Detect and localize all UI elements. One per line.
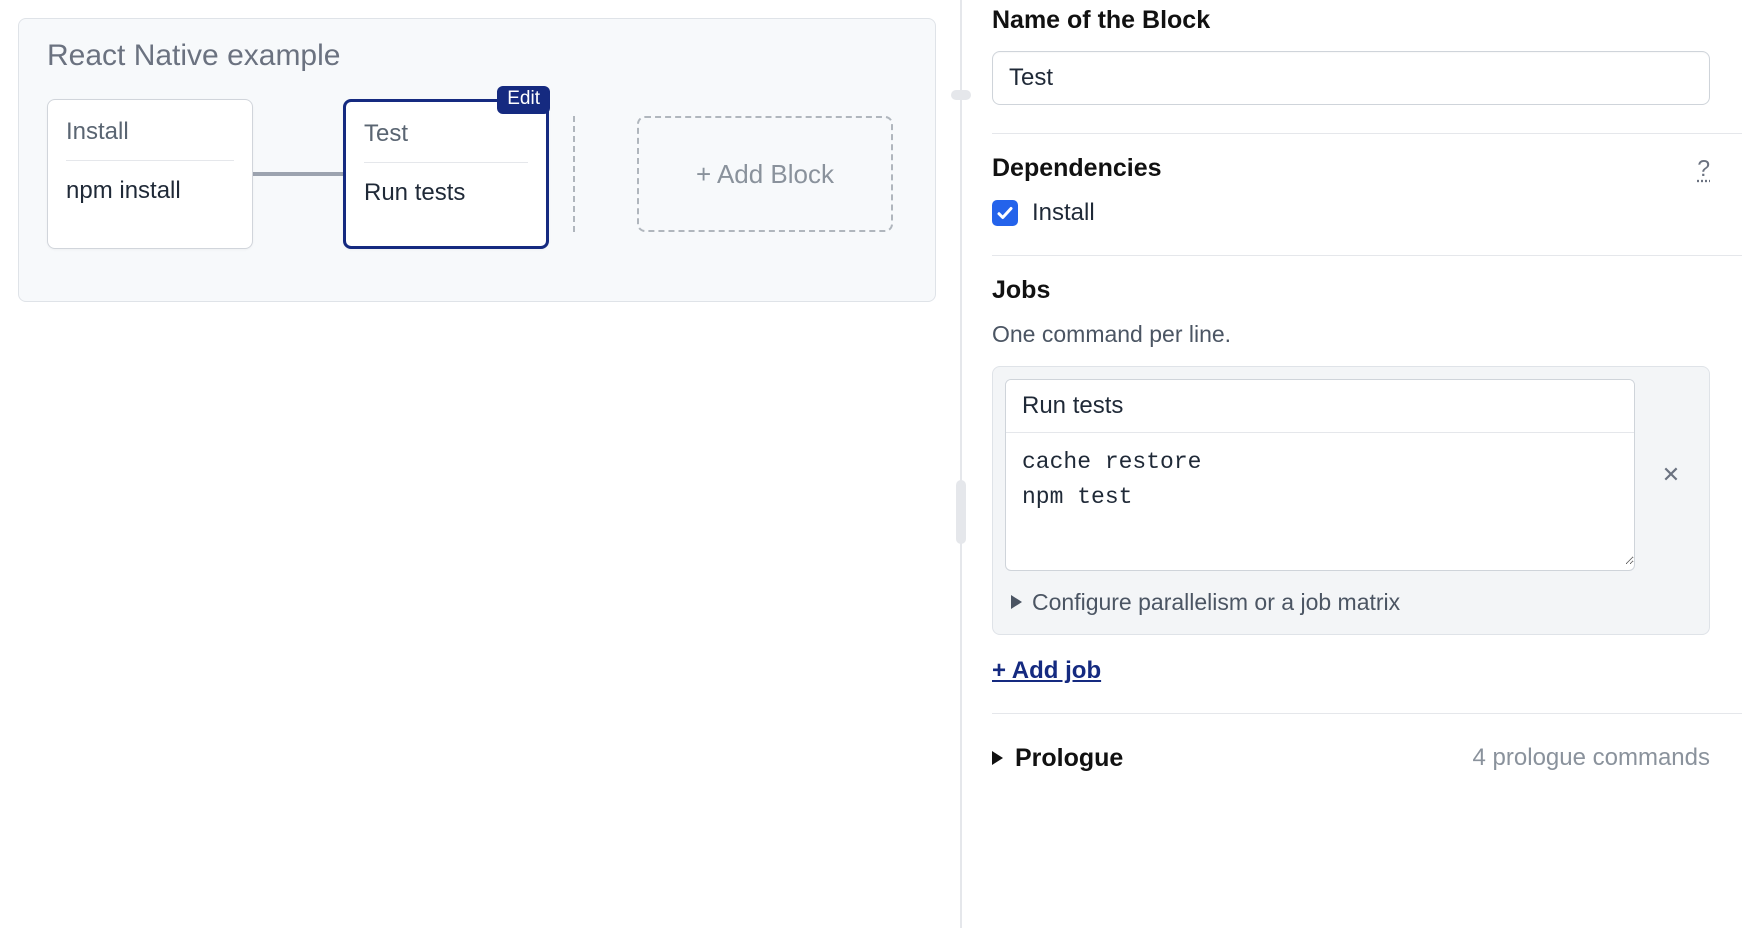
block-title: Install <box>66 118 234 161</box>
dependencies-label-text: Dependencies <box>992 154 1162 183</box>
dependency-item[interactable]: Install <box>992 199 1710 227</box>
edit-badge[interactable]: Edit <box>497 86 550 114</box>
block-title: Test <box>364 120 528 163</box>
parallelism-label: Configure parallelism or a job matrix <box>1032 589 1400 616</box>
jobs-label-text: Jobs <box>992 276 1050 305</box>
parallelism-expander[interactable]: Configure parallelism or a job matrix <box>1005 571 1697 622</box>
caret-right-icon <box>1011 595 1022 609</box>
dependency-label: Install <box>1032 199 1095 227</box>
jobs-box: ✕ Configure parallelism or a job matrix <box>992 366 1710 635</box>
prologue-summary: 4 prologue commands <box>1473 744 1710 772</box>
add-job-button[interactable]: + Add job <box>992 657 1101 685</box>
name-label: Name of the Block <box>992 6 1710 35</box>
job-fields <box>1005 379 1635 571</box>
job-name-input[interactable] <box>1006 380 1634 433</box>
jobs-subtext: One command per line. <box>992 321 1710 348</box>
block-connector <box>253 172 343 176</box>
checkbox-checked-icon[interactable] <box>992 200 1018 226</box>
pipeline-card: React Native example Install npm install… <box>18 18 936 302</box>
section-dependencies: Dependencies ? Install <box>992 134 1742 256</box>
close-icon: ✕ <box>1662 462 1680 488</box>
resize-handle-top[interactable] <box>951 90 971 100</box>
app-root: React Native example Install npm install… <box>0 0 1742 928</box>
panel-divider[interactable] <box>960 0 962 928</box>
pipeline-block-install[interactable]: Install npm install <box>47 99 253 249</box>
pipeline-block-test[interactable]: Edit Test Run tests <box>343 99 549 249</box>
add-block-button[interactable]: + Add Block <box>637 116 893 232</box>
section-name: Name of the Block <box>992 0 1742 134</box>
name-label-text: Name of the Block <box>992 6 1210 35</box>
block-name-input[interactable] <box>992 51 1710 105</box>
block-body: Run tests <box>364 163 528 207</box>
dependencies-label: Dependencies ? <box>992 154 1710 183</box>
vertical-dashed-divider <box>573 116 613 232</box>
caret-right-icon <box>992 751 1003 765</box>
pipeline-title: React Native example <box>47 39 907 73</box>
block-settings-panel: Name of the Block Dependencies ? Install… <box>962 0 1742 928</box>
pipeline-row: Install npm install Edit Test Run tests … <box>47 99 907 249</box>
pipeline-canvas: React Native example Install npm install… <box>0 0 960 928</box>
section-prologue[interactable]: Prologue 4 prologue commands <box>992 714 1742 773</box>
resize-handle[interactable] <box>956 480 966 544</box>
prologue-toggle[interactable]: Prologue <box>992 744 1123 773</box>
help-icon[interactable]: ? <box>1697 155 1710 182</box>
prologue-label: Prologue <box>1015 744 1123 773</box>
remove-job-button[interactable]: ✕ <box>1645 379 1697 571</box>
block-body: npm install <box>66 161 234 205</box>
job-commands-input[interactable] <box>1006 433 1634 565</box>
job-row: ✕ <box>1005 379 1697 571</box>
jobs-label: Jobs <box>992 276 1710 305</box>
section-jobs: Jobs One command per line. ✕ Configure p… <box>992 256 1742 714</box>
